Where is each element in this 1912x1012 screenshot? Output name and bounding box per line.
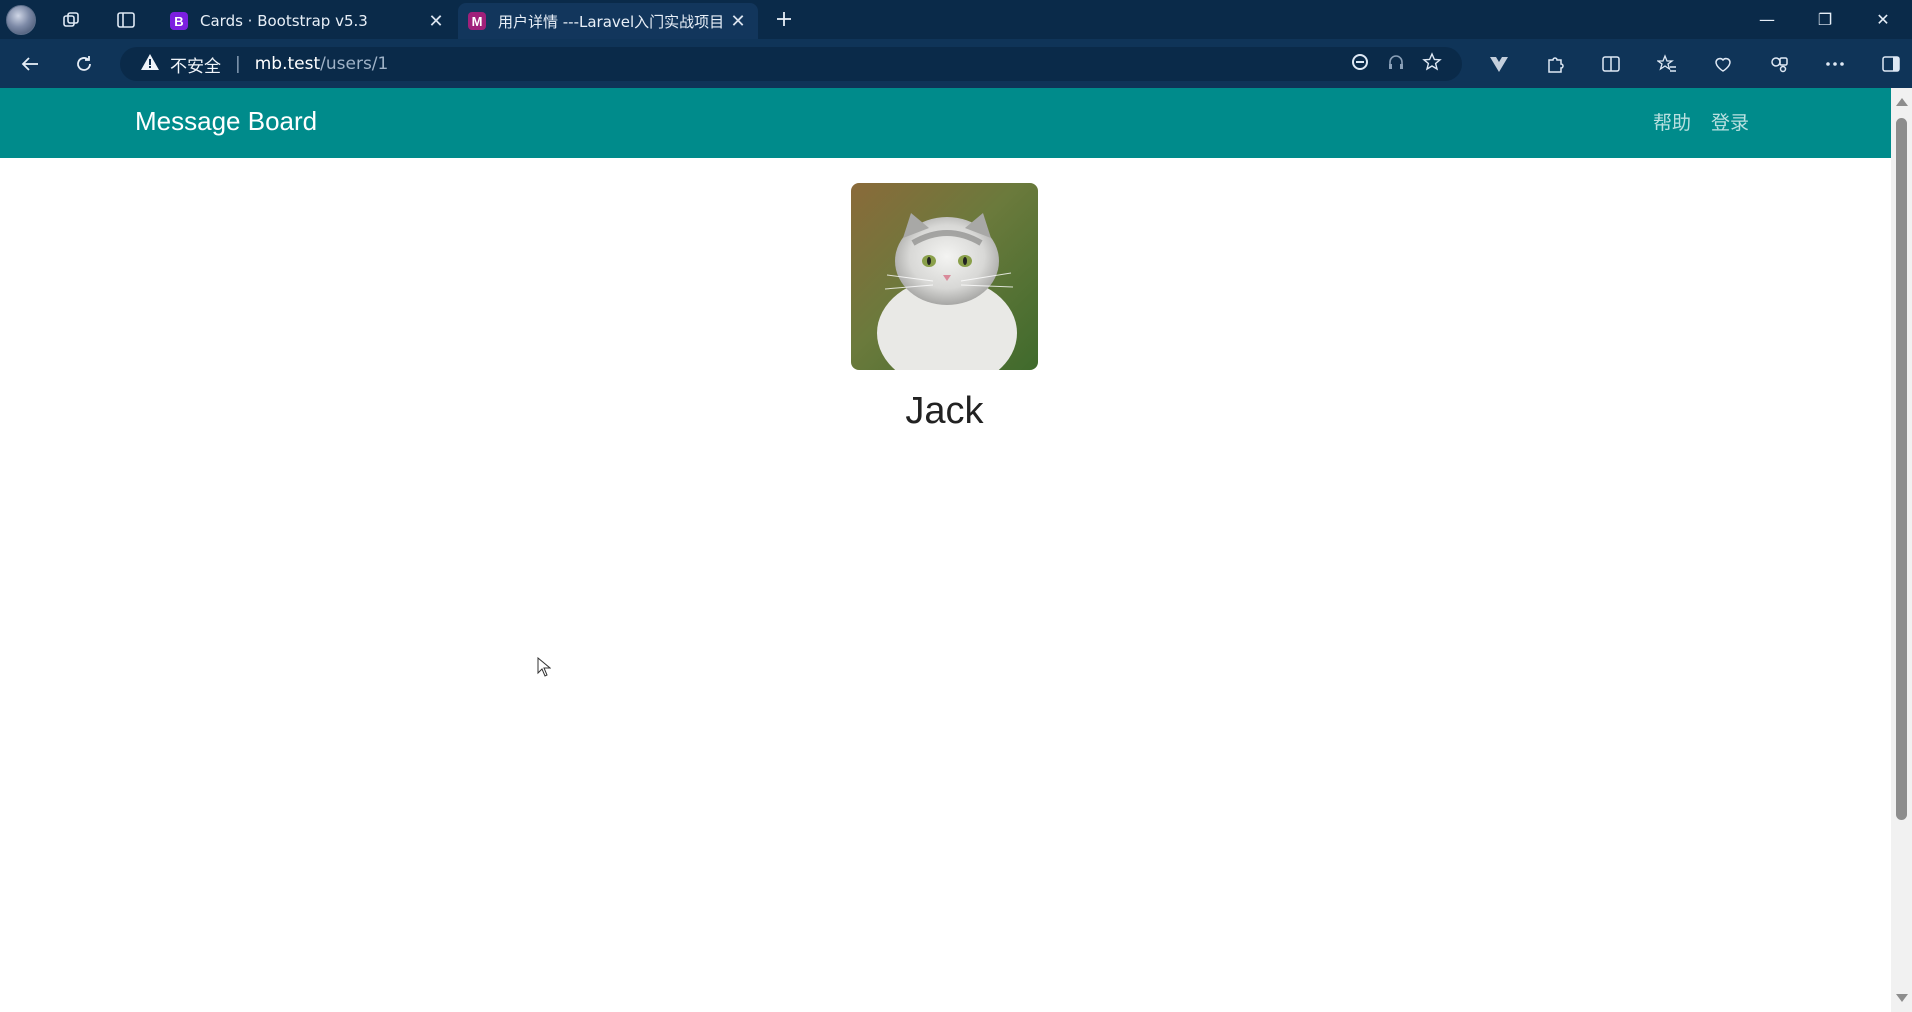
warning-icon[interactable] bbox=[140, 53, 160, 76]
vue-devtools-icon[interactable] bbox=[1476, 49, 1522, 79]
collections-icon[interactable] bbox=[1756, 49, 1802, 79]
mouse-cursor-icon bbox=[537, 656, 552, 681]
minimize-icon[interactable]: — bbox=[1738, 10, 1796, 29]
workspaces-icon[interactable] bbox=[54, 5, 90, 35]
close-icon[interactable]: ✕ bbox=[1854, 10, 1912, 29]
url-host: mb.test bbox=[254, 54, 321, 74]
browser-tab-bar: B Cards · Bootstrap v5.3 ✕ M 用户详情 ---Lar… bbox=[0, 0, 1912, 39]
tab-bootstrap-cards[interactable]: B Cards · Bootstrap v5.3 ✕ bbox=[160, 3, 456, 39]
tab-user-details[interactable]: M 用户详情 ---Laravel入门实战项目 ✕ bbox=[458, 3, 758, 39]
user-name: Jack bbox=[905, 390, 984, 432]
page-viewport: Message Board 帮助 登录 Jack bbox=[0, 88, 1912, 1012]
address-separator: | bbox=[235, 54, 241, 74]
tab-actions-icon[interactable] bbox=[108, 5, 144, 35]
tab-title: 用户详情 ---Laravel入门实战项目 bbox=[498, 12, 725, 31]
nav-help-link[interactable]: 帮助 bbox=[1653, 108, 1691, 135]
back-icon[interactable] bbox=[12, 49, 48, 79]
laravel-favicon-icon: M bbox=[468, 12, 486, 30]
bootstrap-favicon-icon: B bbox=[170, 12, 188, 30]
nav-login-link[interactable]: 登录 bbox=[1711, 108, 1749, 135]
split-screen-icon[interactable] bbox=[1588, 49, 1634, 79]
site-brand-link[interactable]: Message Board bbox=[135, 106, 317, 137]
site-navbar: Message Board 帮助 登录 bbox=[0, 88, 1891, 158]
security-label[interactable]: 不安全 bbox=[170, 52, 221, 77]
browser-toolbar: 不安全 | mb.test/users/1 bbox=[0, 39, 1912, 88]
new-tab-icon[interactable] bbox=[766, 4, 802, 34]
user-profile: Jack bbox=[851, 183, 1038, 433]
tab-close-icon[interactable]: ✕ bbox=[728, 11, 748, 32]
scroll-up-icon[interactable] bbox=[1896, 98, 1908, 106]
scrollbar-thumb[interactable] bbox=[1896, 118, 1907, 820]
reload-icon[interactable] bbox=[66, 49, 102, 79]
extensions-icon[interactable] bbox=[1532, 49, 1578, 79]
favorites-list-icon[interactable] bbox=[1644, 49, 1690, 79]
url-path: /users/1 bbox=[320, 54, 389, 74]
read-aloud-icon[interactable] bbox=[1386, 52, 1406, 77]
more-options-icon[interactable] bbox=[1812, 49, 1858, 79]
browser-essentials-icon[interactable] bbox=[1700, 49, 1746, 79]
tab-close-icon[interactable]: ✕ bbox=[426, 11, 446, 32]
restore-icon[interactable]: ❐ bbox=[1796, 10, 1854, 29]
sidebar-toggle-icon[interactable] bbox=[1868, 49, 1912, 79]
address-bar[interactable]: 不安全 | mb.test/users/1 bbox=[120, 47, 1462, 81]
tab-title: Cards · Bootstrap v5.3 bbox=[200, 12, 368, 30]
user-avatar bbox=[851, 183, 1038, 370]
favorite-star-icon[interactable] bbox=[1422, 51, 1442, 77]
scroll-down-icon[interactable] bbox=[1896, 994, 1908, 1002]
page-scrollbar[interactable] bbox=[1891, 88, 1912, 1012]
profile-avatar[interactable] bbox=[6, 4, 36, 35]
edge-refresh-icon[interactable] bbox=[1350, 52, 1370, 77]
